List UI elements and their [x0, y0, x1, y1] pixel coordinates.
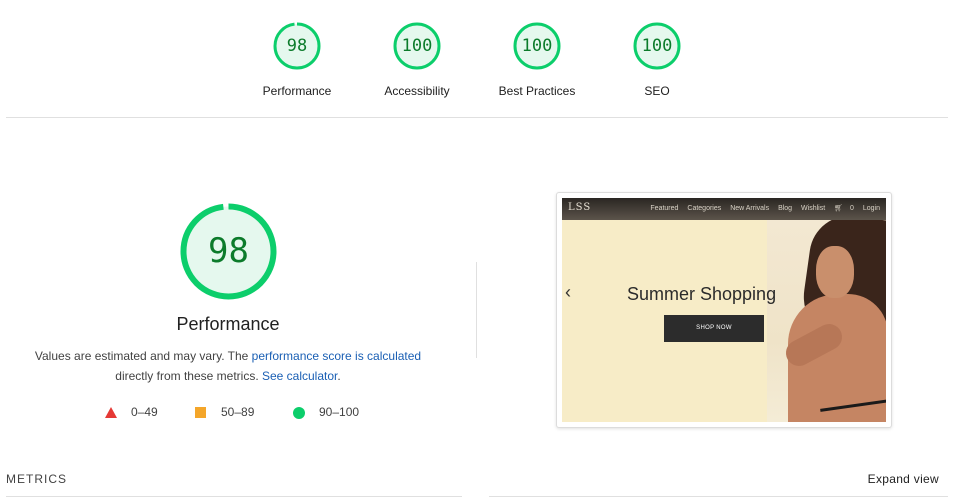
- cart-count: 0: [850, 205, 854, 212]
- performance-score: 98: [286, 36, 308, 56]
- best-practices-score: 100: [521, 36, 553, 56]
- triangle-icon: [105, 407, 117, 418]
- site-nav-bar: LSS Featured Categories New Arrivals Blo…: [562, 198, 886, 220]
- model-face: [816, 246, 854, 298]
- nav-blog: Blog: [778, 205, 793, 212]
- performance-main-gauge: 98: [180, 203, 277, 300]
- legend-fail-label: 0–49: [131, 405, 158, 419]
- desc-prefix: Values are estimated and may vary. The: [34, 349, 252, 363]
- seo-gauge[interactable]: 100: [633, 22, 681, 70]
- legend-average-label: 50–89: [221, 405, 255, 419]
- see-calculator-link[interactable]: See calculator: [262, 369, 337, 383]
- metrics-heading: METRICS: [6, 472, 67, 486]
- circle-icon: [293, 407, 305, 419]
- nav-login: Login: [862, 205, 880, 212]
- nav-wishlist: Wishlist: [801, 205, 826, 212]
- accessibility-gauge[interactable]: 100: [393, 22, 441, 70]
- square-icon: [195, 407, 206, 418]
- metrics-divider-left: [6, 496, 462, 497]
- best-practices-label: Best Practices: [498, 84, 576, 98]
- metrics-divider-right: [489, 496, 948, 497]
- seo-label: SEO: [644, 84, 670, 98]
- performance-description: Values are estimated and may vary. The p…: [28, 346, 428, 386]
- best-practices-gauge[interactable]: 100: [513, 22, 561, 70]
- nav-featured: Featured: [650, 205, 679, 212]
- site-logo: LSS: [568, 202, 592, 213]
- nav-categories: Categories: [687, 205, 722, 212]
- expand-view-button[interactable]: Expand view: [868, 472, 939, 486]
- performance-main-title: Performance: [176, 314, 280, 334]
- site-nav-items: Featured Categories New Arrivals Blog Wi…: [643, 204, 880, 212]
- accessibility-label: Accessibility: [384, 84, 450, 98]
- carousel-prev-icon: ‹: [565, 282, 571, 302]
- cart-icon: 🛒︎ 0: [834, 205, 854, 212]
- final-screenshot[interactable]: LSS Featured Categories New Arrivals Blo…: [556, 192, 892, 428]
- seo-score: 100: [641, 36, 673, 56]
- desc-suffix: .: [337, 369, 341, 383]
- accessibility-score: 100: [401, 36, 433, 56]
- nav-new-arrivals: New Arrivals: [730, 205, 770, 212]
- performance-label: Performance: [262, 84, 332, 98]
- performance-main-score: 98: [208, 231, 249, 271]
- hero-headline: Summer Shopping: [627, 284, 777, 304]
- desc-middle: directly from these metrics.: [115, 369, 262, 383]
- performance-score-link[interactable]: performance score is calculated: [252, 349, 421, 363]
- vertical-divider: [476, 262, 477, 358]
- screenshot-image: LSS Featured Categories New Arrivals Blo…: [562, 198, 886, 422]
- shop-now-button: SHOP NOW: [664, 315, 764, 342]
- performance-gauge[interactable]: 98: [273, 22, 321, 70]
- summary-divider: [6, 117, 948, 118]
- legend-pass-label: 90–100: [319, 405, 360, 419]
